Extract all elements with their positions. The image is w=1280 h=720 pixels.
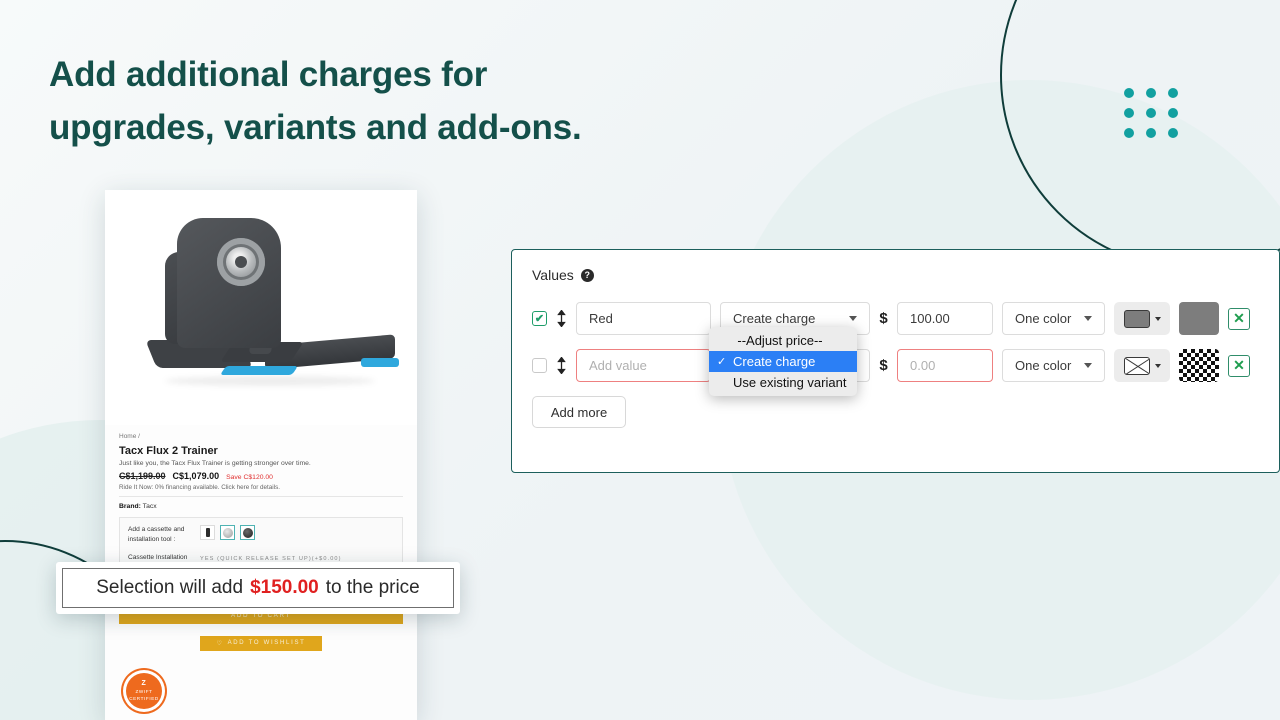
zwift-brand: ZWIFT [135,689,153,695]
chevron-down-icon [849,316,857,321]
dropdown-item-create-charge[interactable]: ✓ Create charge [709,351,857,372]
brand-value: Tacx [142,503,157,510]
price-savings: Save C$120.00 [226,474,273,481]
price-placeholder: 0.00 [910,358,936,373]
values-label: Values [532,267,574,283]
color-mode-text: One color [1015,358,1072,373]
swatch-list[interactable] [200,525,255,544]
product-image [105,190,417,425]
swatch-picker[interactable] [1114,302,1170,335]
value-name-input[interactable]: Red [576,302,711,335]
delete-row-button[interactable]: ✕ [1228,354,1250,377]
product-preview-card: Home / Tacx Flux 2 Trainer Just like you… [105,190,417,720]
heart-icon: ♡ [216,640,224,647]
swatch-option-1[interactable] [200,525,215,540]
color-mode-text: One color [1015,311,1072,326]
value-name-placeholder: Add value [589,358,647,373]
color-preview [1179,302,1219,335]
color-mode-select[interactable]: One color [1002,349,1105,382]
values-panel: Values ? ✔ Red Create charge $ 100.00 On… [511,249,1280,473]
product-title: Tacx Flux 2 Trainer [119,445,218,457]
price-original: C$1,199.00 [119,471,166,481]
product-subtitle: Just like you, the Tacx Flux Trainer is … [119,460,311,467]
price-input[interactable]: 100.00 [897,302,993,335]
charge-type-dropdown-menu[interactable]: --Adjust price-- ✓ Create charge Use exi… [709,327,857,396]
page-title: Add additional charges for upgrades, var… [49,48,582,154]
swatch-option-3[interactable] [240,525,255,540]
drag-handle-icon[interactable] [556,310,567,327]
price-current: C$1,079.00 [172,471,220,481]
check-icon: ✓ [717,356,727,368]
callout-amount: $150.00 [250,577,319,598]
value-name-input[interactable]: Add value [576,349,711,382]
add-to-wishlist-button[interactable]: ♡ ADD TO WISHLIST [200,635,322,651]
callout-suffix: to the price [325,577,420,598]
delete-row-button[interactable]: ✕ [1228,307,1250,330]
currency-symbol: $ [879,357,888,374]
chevron-down-icon [1154,316,1161,321]
zwift-certified-badge: Z ZWIFT CERTIFIED [123,670,165,712]
row-checkbox[interactable] [532,358,547,373]
callout-prefix: Selection will add [96,577,244,598]
price-input[interactable]: 0.00 [897,349,993,382]
swatch-chip-icon [1123,309,1150,328]
color-mode-select[interactable]: One color [1002,302,1105,335]
dropdown-item-label: Create charge [733,354,816,369]
dropdown-item-use-existing-variant[interactable]: Use existing variant [709,372,857,393]
brand-row: Brand: Tacx [119,497,403,517]
charge-type-text: Create charge [733,311,816,326]
chevron-down-icon [1084,363,1092,368]
row-checkbox[interactable]: ✔ [532,311,547,326]
breadcrumb[interactable]: Home / [119,433,403,440]
add-to-wishlist-label: ADD TO WISHLIST [227,640,306,647]
chevron-down-icon [1084,316,1092,321]
no-color-icon [1123,356,1150,375]
page-title-line1: Add additional charges for [49,55,488,94]
price-callout: Selection will add $150.00 to the price [56,562,460,614]
add-more-button[interactable]: Add more [532,396,626,428]
currency-symbol: $ [879,310,888,327]
page-title-line2: upgrades, variants and add-ons. [49,108,582,148]
drag-handle-icon[interactable] [556,357,567,374]
values-panel-header: Values ? [532,267,1259,283]
dot-grid-icon [1124,88,1180,138]
color-preview [1179,349,1219,382]
zwift-mark: Z [141,679,147,687]
option-row-cassette: Add a cassette and installation tool : [128,525,394,544]
value-row: Add value $ 0.00 One color ✕ [532,349,1259,382]
dropdown-item-label: --Adjust price-- [737,333,823,348]
option-label-cassette: Add a cassette and installation tool : [128,526,185,543]
dropdown-item-adjust-price[interactable]: --Adjust price-- [709,330,857,351]
question-mark-icon[interactable]: ? [580,268,594,282]
swatch-option-2[interactable] [220,525,235,540]
chevron-down-icon [1154,363,1161,368]
value-name-text: Red [589,311,613,326]
swatch-picker[interactable] [1114,349,1170,382]
cassette-detail [217,238,265,286]
price-text: 100.00 [910,311,950,326]
dropdown-item-label: Use existing variant [733,375,847,390]
financing-note[interactable]: Ride It Now: 0% financing available. Cli… [119,484,403,497]
price-row: C$1,199.00 C$1,079.00 Save C$120.00 [119,471,403,481]
brand-label: Brand: [119,503,141,510]
zwift-sub: CERTIFIED [129,696,159,702]
value-row: ✔ Red Create charge $ 100.00 One color ✕ [532,302,1259,335]
